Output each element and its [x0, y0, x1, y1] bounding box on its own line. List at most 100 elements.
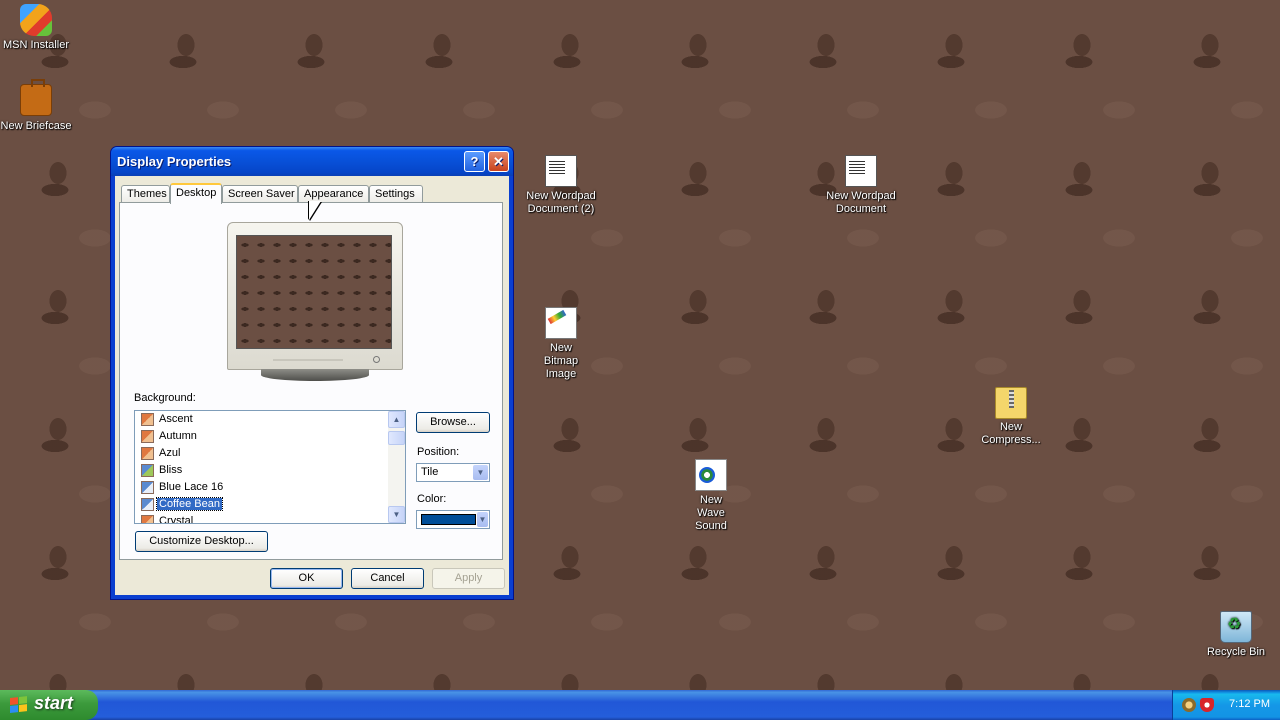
scrollbar-thumb[interactable]: [388, 431, 405, 445]
desktop-icon-label: MSN Installer: [2, 39, 70, 51]
monitor-power-icon: [373, 356, 380, 363]
tab-settings[interactable]: Settings: [369, 185, 423, 203]
desktop-icon-new-briefcase[interactable]: New Briefcase: [0, 79, 81, 133]
chevron-down-icon[interactable]: ▼: [477, 512, 488, 527]
browse-button-label: Browse...: [430, 416, 476, 428]
desktop-icon-new-wordpad-document-2[interactable]: New Wordpad Document (2): [516, 155, 606, 216]
desktop-icon-label: Recycle Bin: [1206, 646, 1266, 658]
wallpaper-icon: [141, 413, 154, 426]
customize-desktop-label: Customize Desktop...: [149, 535, 254, 547]
tab-label: Settings: [375, 188, 415, 200]
desktop-icon-msn-installer[interactable]: MSN Installer: [0, 4, 81, 52]
dialog-client: Themes Desktop Screen Saver Appearance S…: [115, 176, 509, 595]
desktop-icon-recycle-bin[interactable]: Recycle Bin: [1191, 611, 1280, 659]
list-item[interactable]: Ascent: [135, 411, 405, 428]
apply-button: Apply: [432, 568, 505, 589]
desktop-icon-new-wave-sound[interactable]: New Wave Sound: [666, 459, 756, 533]
list-item[interactable]: Autumn: [135, 428, 405, 445]
desktop-icon-label: New Compress...: [981, 421, 1041, 446]
tab-label: Desktop: [176, 187, 217, 199]
system-tray: 7:12 PM: [1172, 690, 1280, 720]
list-item-label: Azul: [159, 447, 181, 459]
tab-screen-saver[interactable]: Screen Saver: [222, 185, 298, 203]
tab-label: Appearance: [304, 188, 364, 200]
ok-button-label: OK: [298, 572, 315, 584]
tab-label: Screen Saver: [228, 188, 295, 200]
msn-icon: [20, 4, 52, 36]
listbox-scrollbar[interactable]: ▲ ▼: [388, 411, 405, 523]
wallpaper-icon: [141, 464, 154, 477]
position-select[interactable]: Tile ▼: [416, 463, 490, 482]
desktop-tab-panel: Background: Ascent Autumn Azul Bliss Blu…: [119, 202, 503, 560]
dialog-title: Display Properties: [117, 154, 232, 169]
monitor-slot: [273, 359, 343, 361]
desktop-icon-label: New Briefcase: [0, 120, 72, 132]
desktop-icon-new-bitmap-image[interactable]: New Bitmap Image: [516, 307, 606, 381]
color-swatch: [421, 514, 476, 525]
background-label: Background:: [134, 392, 196, 404]
wallpaper-icon: [141, 481, 154, 494]
color-label: Color:: [417, 493, 447, 505]
help-icon: ?: [470, 154, 479, 169]
cancel-button-label: Cancel: [370, 572, 405, 584]
monitor-preview: [227, 222, 403, 370]
desktop-icon-label: New Wave Sound: [695, 494, 727, 532]
close-button[interactable]: ✕: [488, 151, 509, 172]
position-value: Tile: [421, 466, 439, 478]
security-shield-icon[interactable]: [1200, 698, 1214, 712]
list-item[interactable]: Crystal: [135, 513, 405, 524]
wordpad-document-icon: [545, 155, 577, 187]
wordpad-document-icon: [845, 155, 877, 187]
tab-desktop[interactable]: Desktop: [170, 183, 222, 204]
desktop-icon-label: New Wordpad Document (2): [526, 190, 596, 215]
wallpaper-icon: [141, 447, 154, 460]
browse-button[interactable]: Browse...: [416, 412, 490, 433]
clock[interactable]: 7:12 PM: [1229, 698, 1270, 710]
chevron-down-icon[interactable]: ▼: [473, 465, 488, 480]
close-icon: ✕: [493, 154, 504, 169]
wave-sound-icon: [695, 459, 727, 491]
list-item-selected[interactable]: Coffee Bean: [135, 496, 405, 513]
desktop-icon-label: New Bitmap Image: [543, 342, 579, 380]
list-item-label: Ascent: [159, 413, 193, 425]
start-label: start: [34, 693, 74, 713]
list-item-label: Blue Lace 16: [159, 481, 224, 493]
start-button[interactable]: start: [0, 690, 98, 720]
desktop-icon-new-compressed-folder[interactable]: New Compress...: [966, 383, 1056, 447]
list-item[interactable]: Bliss: [135, 462, 405, 479]
help-button[interactable]: ?: [464, 151, 485, 172]
bitmap-image-icon: [545, 307, 577, 339]
desktop-icon-label: New Wordpad Document: [826, 190, 896, 215]
recycle-bin-icon: [1220, 611, 1252, 643]
dialog-titlebar[interactable]: Display Properties ? ✕: [111, 147, 513, 176]
compressed-folder-icon: [995, 387, 1027, 419]
wallpaper-preview-screen: [236, 235, 392, 349]
list-item[interactable]: Blue Lace 16: [135, 479, 405, 496]
wallpaper-icon: [141, 498, 154, 511]
list-item-label: Crystal: [159, 515, 194, 524]
position-label: Position:: [417, 446, 460, 458]
background-listbox[interactable]: Ascent Autumn Azul Bliss Blue Lace 16 Co…: [134, 410, 406, 524]
customize-desktop-button[interactable]: Customize Desktop...: [135, 531, 268, 552]
network-icon[interactable]: [1182, 698, 1196, 712]
list-item-label: Autumn: [159, 430, 197, 442]
ok-button[interactable]: OK: [270, 568, 343, 589]
apply-button-label: Apply: [454, 572, 483, 584]
list-item-label: Bliss: [159, 464, 183, 476]
scroll-down-icon[interactable]: ▼: [388, 506, 405, 523]
briefcase-icon: [20, 79, 52, 116]
list-item[interactable]: Azul: [135, 445, 405, 462]
desktop-icon-new-wordpad-document[interactable]: New Wordpad Document: [816, 155, 906, 216]
monitor-stand: [261, 369, 369, 381]
cancel-button[interactable]: Cancel: [351, 568, 424, 589]
tab-label: Themes: [127, 188, 167, 200]
tab-themes[interactable]: Themes: [121, 185, 170, 203]
list-item-label: Coffee Bean: [156, 497, 223, 511]
taskbar: start 7:12 PM: [0, 690, 1280, 720]
scroll-up-icon[interactable]: ▲: [388, 411, 405, 428]
color-picker[interactable]: ▼: [416, 510, 490, 529]
wallpaper-icon: [141, 515, 154, 523]
mouse-pointer-icon: [309, 201, 321, 220]
windows-logo-icon: [10, 696, 28, 714]
wallpaper-icon: [141, 430, 154, 443]
